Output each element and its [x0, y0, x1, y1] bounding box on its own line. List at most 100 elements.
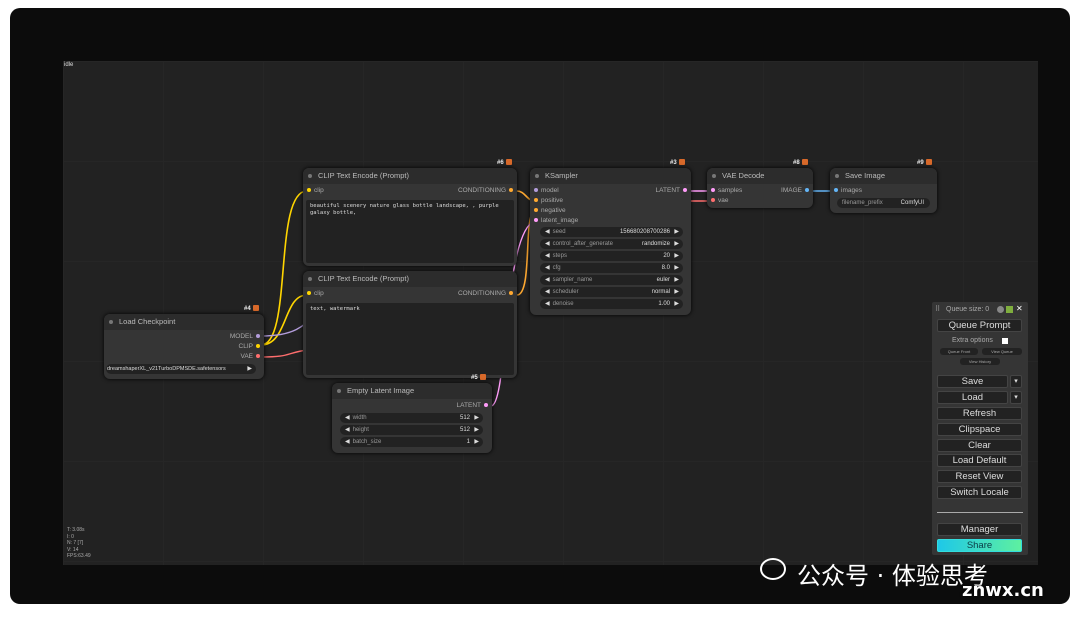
bypass-icon[interactable] [252, 305, 259, 311]
link-clip-neg [260, 294, 308, 346]
bypass-icon[interactable] [925, 159, 932, 165]
load-default-button[interactable]: Load Default [937, 454, 1022, 467]
input-dot[interactable] [534, 188, 538, 192]
empty-latent-image-node[interactable]: Empty Latent Image LATENT ◀ width 512 ▶ ◀ he… [332, 383, 492, 453]
prompt-textarea[interactable]: text, watermark [306, 303, 514, 375]
input-label: model [541, 187, 559, 194]
queue-prompt-button[interactable]: Queue Prompt [937, 319, 1022, 332]
ksampler-node[interactable]: KSampler model positive negative latent_… [530, 168, 691, 315]
input-label: negative [541, 207, 566, 214]
cfg-widget[interactable]: ◀ cfg 8.0 ▶ [540, 263, 683, 273]
watermark-text: 公众号 · 体验思考 [797, 562, 988, 590]
close-icon[interactable]: ✕ [1016, 304, 1023, 313]
output-dot[interactable] [509, 188, 513, 192]
input-dot[interactable] [534, 198, 538, 202]
bypass-icon[interactable] [479, 374, 486, 380]
input-label: images [841, 187, 862, 194]
save-image-node[interactable]: Save Image images filename_prefix ComfyUI [830, 168, 937, 213]
output-dot[interactable] [683, 188, 687, 192]
image-feed-icon[interactable] [1006, 306, 1013, 313]
manager-button[interactable]: Manager [937, 523, 1022, 536]
steps-widget[interactable]: ◀ steps 20 ▶ [540, 251, 683, 261]
clip-text-encode-positive-node[interactable]: CLIP Text Encode (Prompt) clip CONDITION… [303, 168, 517, 266]
node-id-badge: #4 [244, 305, 259, 312]
filename-prefix-widget[interactable]: filename_prefix ComfyUI [837, 198, 930, 208]
input-dot[interactable] [307, 188, 311, 192]
node-title: Save Image [830, 168, 937, 184]
node-id-badge: #3 [670, 159, 685, 166]
settings-icon[interactable] [997, 306, 1004, 313]
height-widget[interactable]: ◀ height 512 ▶ [340, 425, 483, 435]
input-label: clip [314, 290, 324, 297]
bypass-icon[interactable] [678, 159, 685, 165]
input-dot[interactable] [711, 188, 715, 192]
save-dropdown-button[interactable]: ▾ [1010, 375, 1022, 388]
output-label: CONDITIONING [457, 187, 506, 194]
input-label: clip [314, 187, 324, 194]
output-label: CLIP [238, 343, 253, 350]
wechat-icon [760, 558, 786, 580]
control-after-generate-widget[interactable]: ◀ control_after_generate randomize ▶ [540, 239, 683, 249]
denoise-widget[interactable]: ◀ denoise 1.00 ▶ [540, 299, 683, 309]
reset-view-button[interactable]: Reset View [937, 470, 1022, 483]
output-label: IMAGE [781, 187, 802, 194]
output-dot[interactable] [509, 291, 513, 295]
divider [937, 512, 1023, 513]
input-label: latent_image [541, 217, 579, 224]
refresh-button[interactable]: Refresh [937, 407, 1022, 420]
node-graph-canvas[interactable]: idle T: 3.08s I: 0 N: 7 [7] V: 14 FPS:63.49 … [63, 61, 1038, 565]
node-id-badge: #9 [917, 159, 932, 166]
input-label: samples [718, 187, 743, 194]
input-label: positive [541, 197, 564, 204]
output-dot[interactable] [484, 403, 488, 407]
node-title: CLIP Text Encode (Prompt) [303, 271, 517, 287]
input-dot[interactable] [534, 208, 538, 212]
batch-size-widget[interactable]: ◀ batch_size 1 ▶ [340, 437, 483, 447]
output-dot[interactable] [256, 344, 260, 348]
input-dot[interactable] [711, 198, 715, 202]
bypass-icon[interactable] [505, 159, 512, 165]
output-dot[interactable] [256, 354, 260, 358]
queue-menu-panel: ⠿ Queue size: 0 ✕ Queue Prompt Extra opt… [932, 302, 1028, 555]
queue-front-button[interactable]: Queue Front [940, 348, 978, 355]
prompt-textarea[interactable]: beautiful scenery nature glass bottle la… [306, 200, 514, 263]
load-button[interactable]: Load [937, 391, 1008, 404]
extra-options-label: Extra options [952, 337, 993, 344]
switch-locale-button[interactable]: Switch Locale [937, 486, 1022, 499]
window-frame: idle T: 3.08s I: 0 N: 7 [7] V: 14 FPS:63.49 … [10, 8, 1070, 604]
input-dot[interactable] [307, 291, 311, 295]
output-label: VAE [240, 353, 253, 360]
node-title: VAE Decode [707, 168, 813, 184]
output-label: LATENT [655, 187, 680, 194]
vae-decode-node[interactable]: VAE Decode samples vae IMAGE [707, 168, 813, 208]
output-dot[interactable] [805, 188, 809, 192]
node-title: CLIP Text Encode (Prompt) [303, 168, 517, 184]
clip-text-encode-negative-node[interactable]: CLIP Text Encode (Prompt) clip CONDITION… [303, 271, 517, 378]
load-dropdown-button[interactable]: ▾ [1010, 391, 1022, 404]
ckpt-name-widget[interactable]: dreamshaperXL_v21TurboDPMSDE.safetensors… [106, 364, 256, 374]
clear-button[interactable]: Clear [937, 439, 1022, 452]
clipspace-button[interactable]: Clipspace [937, 423, 1022, 436]
input-dot[interactable] [534, 218, 538, 222]
extra-options-checkbox[interactable] [1002, 338, 1008, 344]
view-queue-button[interactable]: View Queue [982, 348, 1022, 355]
width-widget[interactable]: ◀ width 512 ▶ [340, 413, 483, 423]
save-button[interactable]: Save [937, 375, 1008, 388]
drag-handle[interactable]: ⠿ [935, 305, 940, 313]
node-title: Empty Latent Image [332, 383, 492, 399]
bypass-icon[interactable] [801, 159, 808, 165]
watermark-site: znwx.cn [962, 580, 1044, 601]
input-label: vae [718, 197, 729, 204]
node-title: KSampler [530, 168, 691, 184]
input-dot[interactable] [834, 188, 838, 192]
output-label: CONDITIONING [457, 290, 506, 297]
output-dot[interactable] [256, 334, 260, 338]
view-history-button[interactable]: View History [960, 358, 1000, 365]
sampler-name-widget[interactable]: ◀ sampler_name euler ▶ [540, 275, 683, 285]
seed-widget[interactable]: ◀ seed 156680208700286 ▶ [540, 227, 683, 237]
scheduler-widget[interactable]: ◀ scheduler normal ▶ [540, 287, 683, 297]
share-button[interactable]: Share [937, 539, 1022, 552]
load-checkpoint-node[interactable]: Load Checkpoint MODEL CLIP VAE dreamshap… [104, 314, 264, 379]
node-id-badge: #5 [471, 374, 486, 381]
queue-size-label: Queue size: 0 [946, 306, 990, 313]
